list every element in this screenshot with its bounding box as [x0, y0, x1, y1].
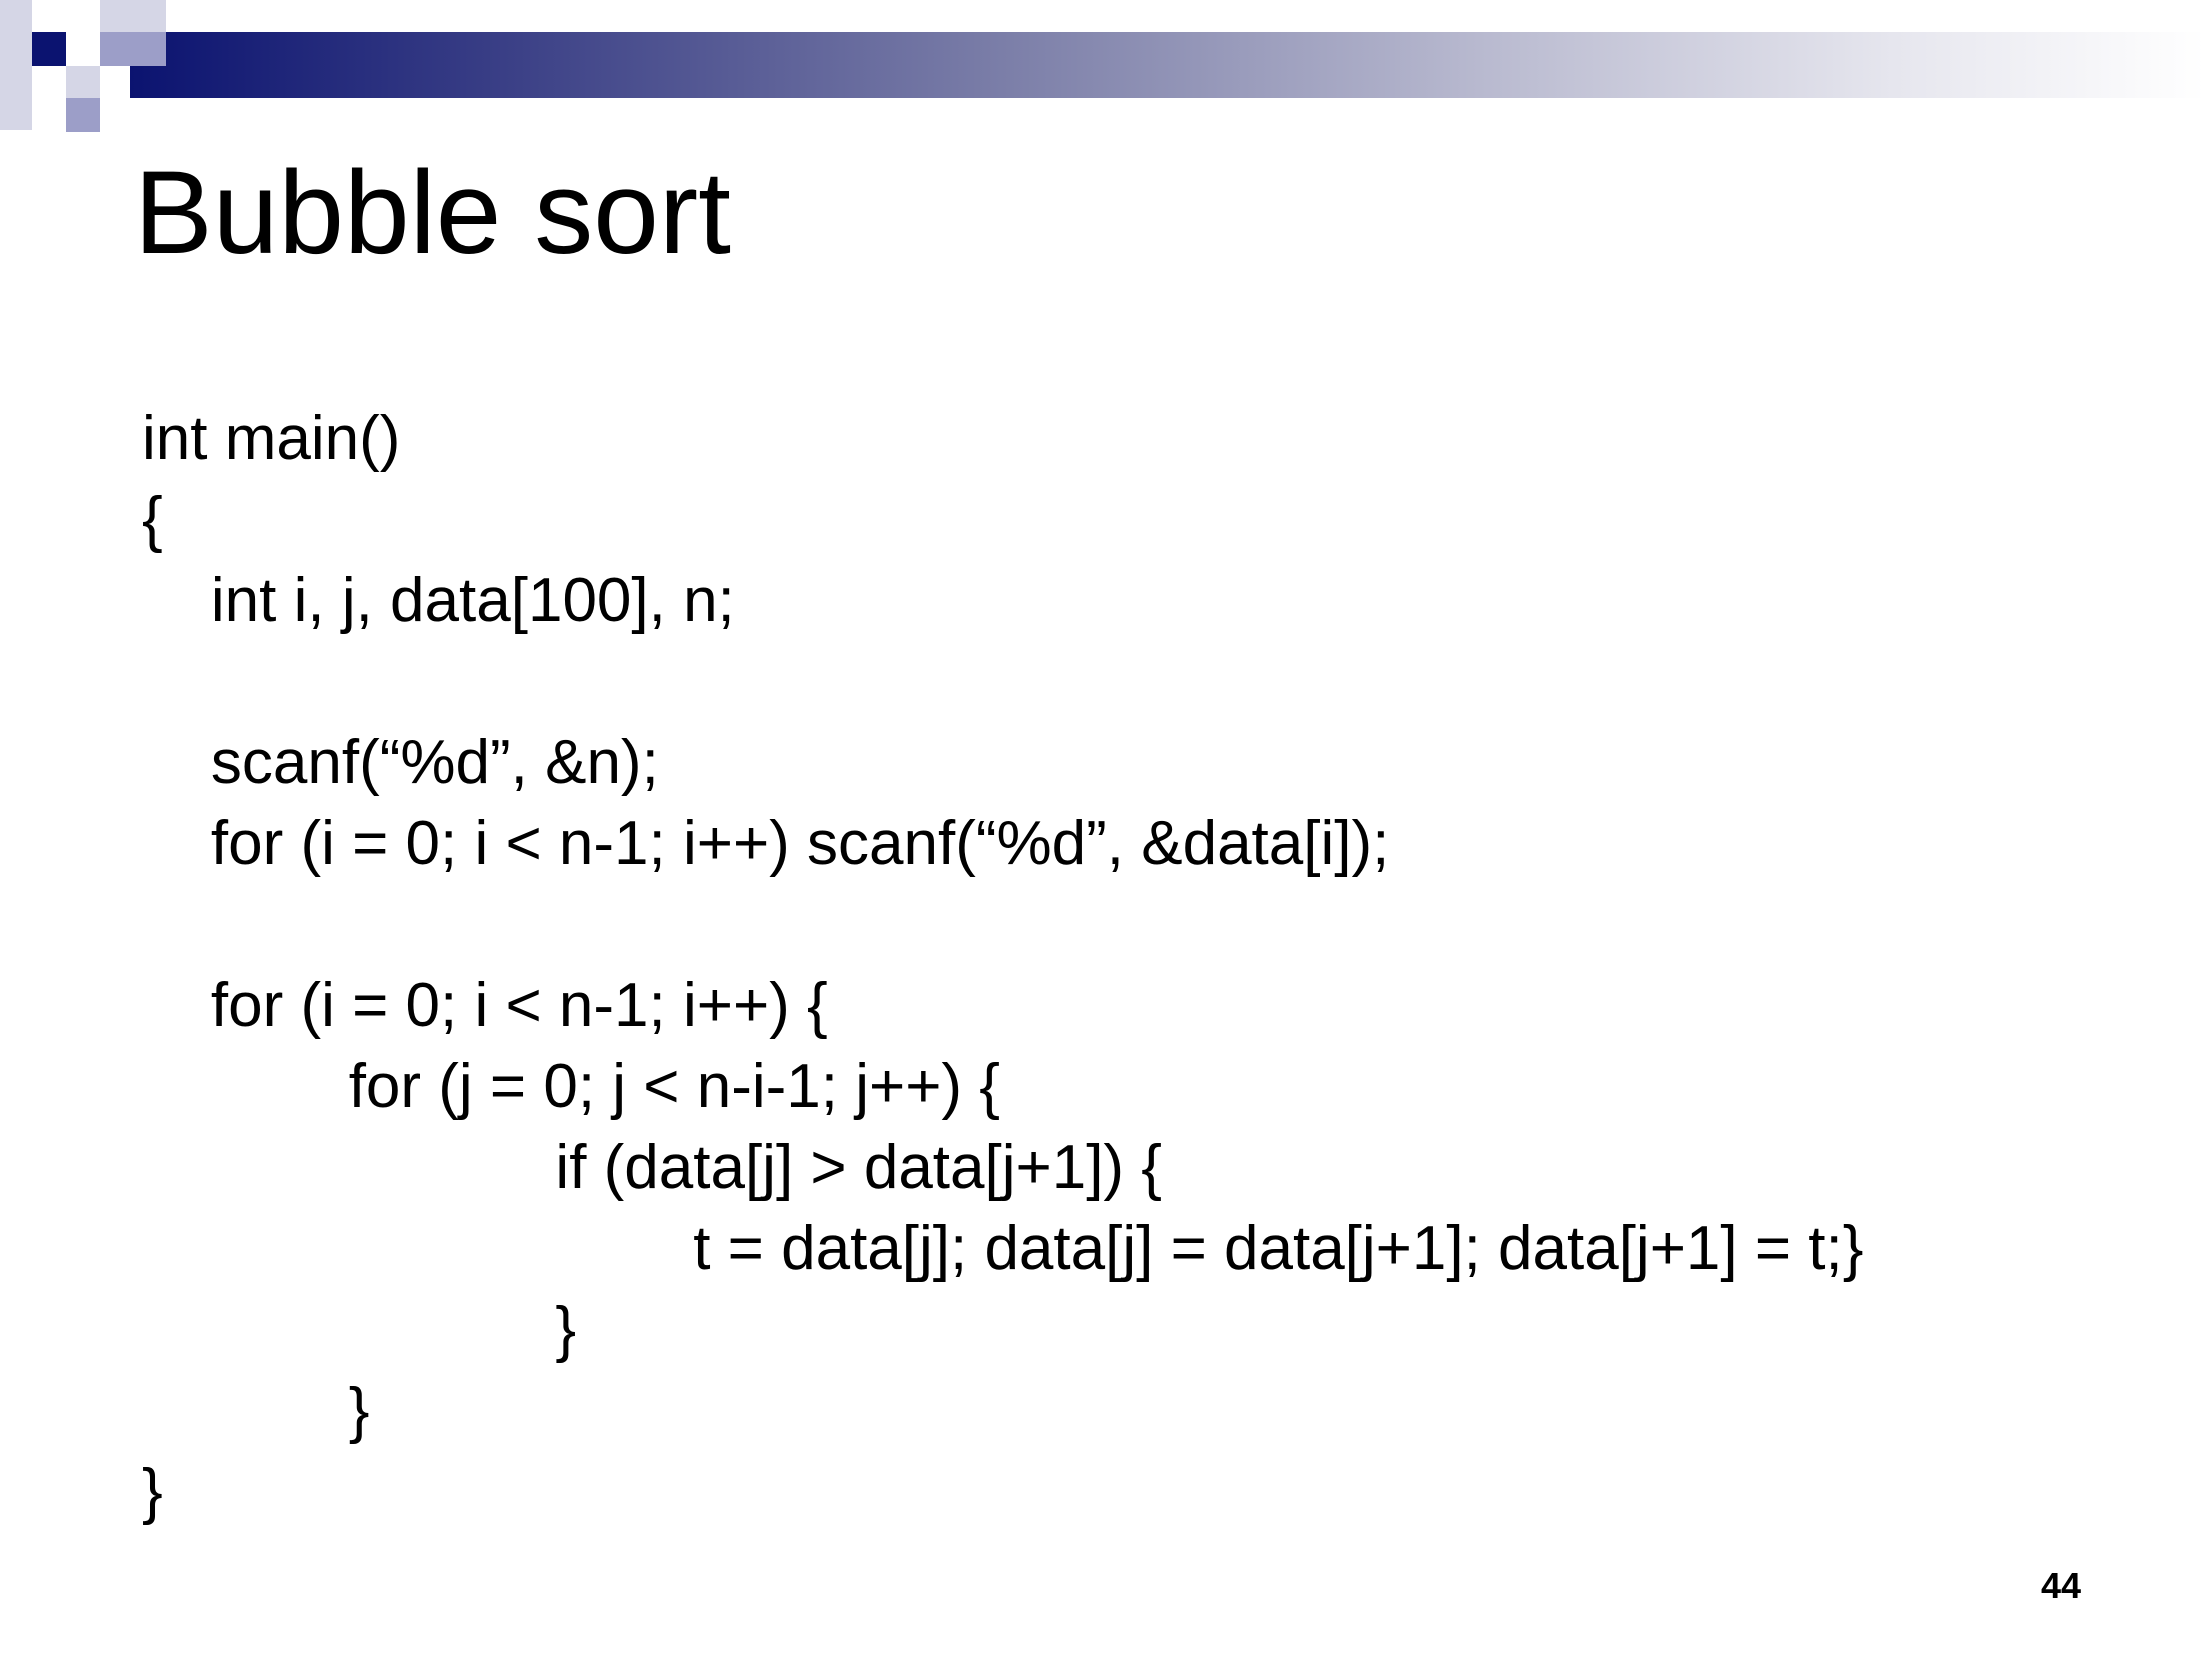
code-line: scanf(“%d”, &n); — [142, 728, 659, 797]
code-line: for (i = 0; i < n-1; i++) scanf(“%d”, &d… — [142, 809, 1390, 878]
page-number: 44 — [2040, 1565, 2081, 1606]
slide-title: Bubble sort — [134, 147, 731, 279]
slide: Bubble sort int main() { int i, j, data[… — [0, 0, 2205, 1653]
code-line: for (j = 0; j < n-i-1; j++) { — [142, 1052, 1000, 1121]
header-gradient-bar — [130, 32, 2205, 98]
decorative-square — [32, 66, 66, 130]
decorative-square — [66, 98, 100, 132]
code-line: for (i = 0; i < n-1; i++) { — [142, 971, 828, 1040]
code-line: int main() — [142, 404, 401, 473]
decorative-square — [66, 0, 100, 32]
code-line: t = data[j]; data[j] = data[j+1]; data[j… — [142, 1214, 1864, 1283]
decorative-square — [32, 32, 66, 66]
code-line: int i, j, data[100], n; — [142, 566, 735, 635]
code-line: } — [142, 1457, 163, 1526]
decorative-square — [66, 66, 100, 98]
code-line: } — [142, 1295, 577, 1364]
code-line: { — [142, 485, 163, 554]
decorative-square — [0, 32, 32, 130]
decorative-square — [100, 32, 166, 66]
code-block: int main() { int i, j, data[100], n; sca… — [142, 398, 1863, 1532]
decorative-square — [100, 0, 166, 32]
decorative-square — [0, 0, 32, 32]
code-line: if (data[j] > data[j+1]) { — [142, 1133, 1163, 1202]
code-line: } — [142, 1376, 370, 1445]
